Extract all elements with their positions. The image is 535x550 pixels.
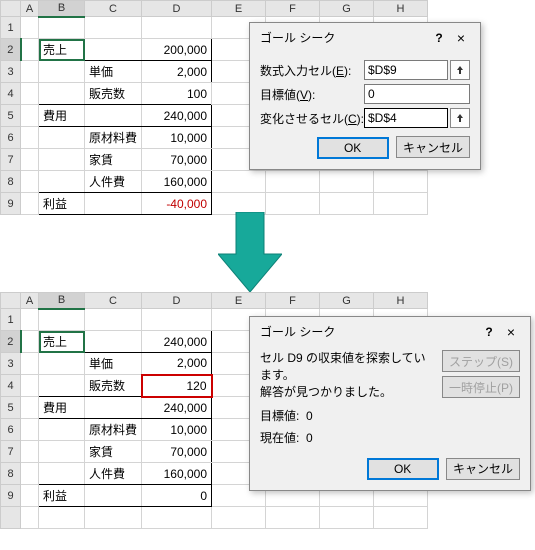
cell-b5[interactable]: 費用 — [39, 397, 85, 419]
cell-c3[interactable]: 単価 — [85, 353, 142, 375]
dialog-title: ゴール シーク — [260, 29, 428, 46]
cell-c7[interactable]: 家賃 — [85, 441, 142, 463]
cell-d6[interactable]: 10,000 — [142, 419, 212, 441]
current-label: 現在値: — [260, 431, 299, 445]
cell-b2[interactable]: 売上 — [39, 39, 85, 61]
col-c[interactable]: C — [85, 1, 142, 17]
pause-button: 一時停止(P) — [442, 376, 520, 398]
row-9[interactable]: 9 — [1, 193, 21, 215]
col-d[interactable]: D — [142, 293, 212, 309]
col-f[interactable]: F — [266, 1, 320, 17]
cell-d3[interactable]: 2,000 — [142, 61, 212, 83]
col-h[interactable]: H — [374, 293, 428, 309]
target-value: 0 — [306, 409, 313, 423]
col-b[interactable]: B — [39, 293, 85, 309]
target-value-label: 目標値(V): — [260, 86, 364, 103]
change-cell-label: 変化させるセル(C): — [260, 110, 364, 127]
cell-c8[interactable]: 人件費 — [85, 171, 142, 193]
row-6[interactable]: 6 — [1, 127, 21, 149]
cell[interactable] — [85, 17, 142, 39]
col-a[interactable]: A — [21, 293, 39, 309]
cell-d2[interactable]: 200,000 — [142, 39, 212, 61]
col-e[interactable]: E — [212, 293, 266, 309]
col-c[interactable]: C — [85, 293, 142, 309]
cell-d9[interactable]: -40,000 — [142, 193, 212, 215]
cell-d7[interactable]: 70,000 — [142, 149, 212, 171]
col-f[interactable]: F — [266, 293, 320, 309]
row-8[interactable]: 8 — [1, 171, 21, 193]
cell[interactable] — [21, 17, 39, 39]
arrow-down-icon — [218, 212, 282, 292]
cancel-button[interactable]: キャンセル — [396, 136, 470, 158]
cell-b9[interactable]: 利益 — [39, 485, 85, 507]
row-4[interactable]: 4 — [1, 83, 21, 105]
cell-c6[interactable]: 原材料費 — [85, 127, 142, 149]
ref-select-icon[interactable] — [450, 108, 470, 128]
cell-b2[interactable]: 売上 — [39, 331, 85, 353]
col-g[interactable]: G — [320, 293, 374, 309]
ok-button[interactable]: OK — [367, 458, 439, 480]
row-1[interactable]: 1 — [1, 17, 21, 39]
cell-d2[interactable]: 240,000 — [142, 331, 212, 353]
cell-d4[interactable]: 100 — [142, 83, 212, 105]
cell-c4[interactable]: 販売数 — [85, 375, 142, 397]
cell-c8[interactable]: 人件費 — [85, 463, 142, 485]
col-h[interactable]: H — [374, 1, 428, 17]
corner[interactable] — [1, 1, 21, 17]
formula-cell-input[interactable] — [364, 60, 448, 80]
current-value: 0 — [306, 431, 313, 445]
cell-c3[interactable]: 単価 — [85, 61, 142, 83]
col-b[interactable]: B — [39, 1, 85, 17]
cell-d7[interactable]: 70,000 — [142, 441, 212, 463]
close-button[interactable]: × — [450, 30, 472, 46]
row-7[interactable]: 7 — [1, 149, 21, 171]
col-e[interactable]: E — [212, 1, 266, 17]
cell-b5[interactable]: 費用 — [39, 105, 85, 127]
target-value-input[interactable] — [364, 84, 470, 104]
cell-d3[interactable]: 2,000 — [142, 353, 212, 375]
cell[interactable] — [142, 17, 212, 39]
row-5[interactable]: 5 — [1, 105, 21, 127]
formula-cell-label: 数式入力セル(E): — [260, 62, 364, 79]
help-button[interactable]: ? — [478, 325, 500, 339]
cell-c6[interactable]: 原材料費 — [85, 419, 142, 441]
target-label: 目標値: — [260, 409, 299, 423]
ref-select-icon[interactable] — [450, 60, 470, 80]
close-button[interactable]: × — [500, 324, 522, 340]
corner[interactable] — [1, 293, 21, 309]
row-3[interactable]: 3 — [1, 61, 21, 83]
cancel-button[interactable]: キャンセル — [446, 458, 520, 480]
dialog-title: ゴール シーク — [260, 323, 478, 340]
cell-d8[interactable]: 160,000 — [142, 463, 212, 485]
cell-d8[interactable]: 160,000 — [142, 171, 212, 193]
cell-d9[interactable]: 0 — [142, 485, 212, 507]
col-d[interactable]: D — [142, 1, 212, 17]
goal-seek-status-dialog[interactable]: ゴール シーク ? × セル D9 の収束値を探索しています。 解答が見つかりま… — [249, 316, 531, 491]
row-2[interactable]: 2 — [1, 39, 21, 61]
step-button: ステップ(S) — [442, 350, 520, 372]
cell-c2[interactable] — [85, 39, 142, 61]
cell[interactable] — [39, 17, 85, 39]
cell-b9[interactable]: 利益 — [39, 193, 85, 215]
help-button[interactable]: ? — [428, 31, 450, 45]
status-message: セル D9 の収束値を探索しています。 解答が見つかりました。 — [260, 350, 430, 400]
col-a[interactable]: A — [21, 1, 39, 17]
col-g[interactable]: G — [320, 1, 374, 17]
cell-d5[interactable]: 240,000 — [142, 397, 212, 419]
ok-button[interactable]: OK — [317, 137, 389, 159]
change-cell-input[interactable] — [364, 108, 448, 128]
goal-seek-dialog[interactable]: ゴール シーク ? × 数式入力セル(E): 目標値(V): 変化させるセル(C… — [249, 22, 481, 170]
cell-c4[interactable]: 販売数 — [85, 83, 142, 105]
cell-c7[interactable]: 家賃 — [85, 149, 142, 171]
cell-d4[interactable]: 120 — [142, 375, 212, 397]
cell-d6[interactable]: 10,000 — [142, 127, 212, 149]
cell-d5[interactable]: 240,000 — [142, 105, 212, 127]
